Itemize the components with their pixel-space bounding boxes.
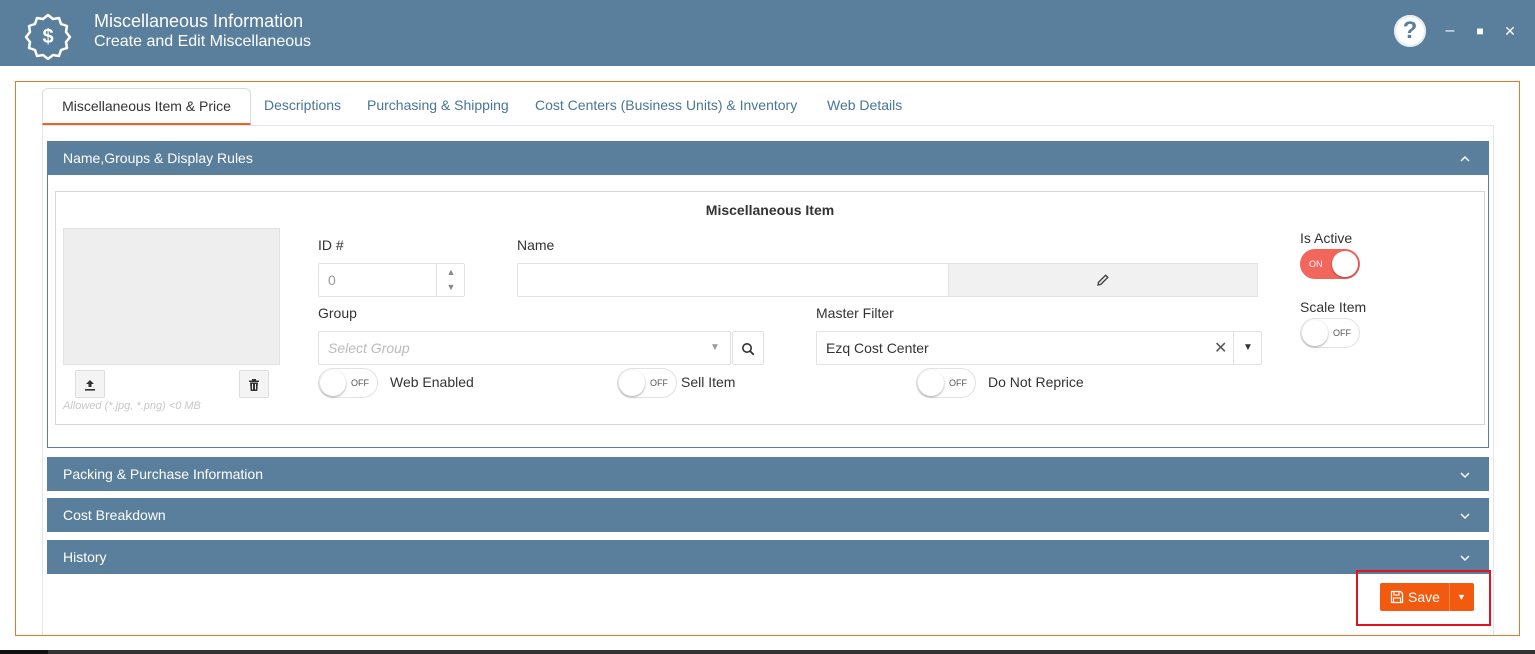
chevron-down-icon[interactable] [1459,457,1471,491]
maximize-icon[interactable]: ■ [1470,18,1490,44]
bottom-edge-left [0,650,48,654]
chevron-down-icon[interactable] [1459,540,1471,574]
save-disk-icon [1390,590,1404,604]
pencil-icon [1097,273,1109,286]
allowed-file-note: Allowed (*.jpg, *.png) <0 MB [63,400,201,412]
misc-item-heading: Miscellaneous Item [705,202,835,218]
panel-title: Name,Groups & Display Rules [63,150,253,166]
tab-misc-item-price[interactable]: Miscellaneous Item & Price [42,88,251,125]
panel-header-cost-breakdown[interactable]: Cost Breakdown [47,498,1489,532]
dropdown-caret-icon[interactable]: ▼ [710,342,720,353]
close-icon[interactable]: ✕ [1500,18,1520,44]
toggle-state: ON [1309,259,1323,269]
group-select[interactable]: Select Group [318,331,731,365]
is-active-toggle[interactable]: ON [1300,249,1360,279]
save-button[interactable]: Save ▼ [1380,583,1474,611]
panel-header-name-groups[interactable]: Name,Groups & Display Rules [47,141,1489,175]
window-subtitle: Create and Edit Miscellaneous [94,33,312,50]
tab-web-details[interactable]: Web Details [827,97,902,113]
dropdown-caret-icon[interactable]: ▼ [1243,342,1253,353]
name-label: Name [517,237,555,253]
toggle-state: OFF [1333,328,1351,338]
spin-down-icon[interactable]: ▼ [437,280,465,297]
toggle-knob [619,370,645,396]
web-enabled-toggle[interactable]: OFF [318,368,378,398]
upload-image-button[interactable] [75,370,105,398]
save-divider [1449,583,1450,611]
id-label: ID # [318,237,344,253]
toggle-state: OFF [949,378,967,388]
chevron-down-icon[interactable] [1459,498,1471,532]
save-button-label: Save [1408,589,1440,605]
edit-name-button[interactable] [948,263,1258,297]
tab-cost-centers-inventory[interactable]: Cost Centers (Business Units) & Inventor… [535,97,797,113]
panel-title: History [63,549,107,565]
spin-up-icon[interactable]: ▲ [437,263,465,280]
web-enabled-label: Web Enabled [390,374,474,390]
name-input[interactable] [517,263,949,297]
tab-descriptions[interactable]: Descriptions [264,97,341,113]
toggle-knob [918,370,944,396]
chevron-up-icon[interactable] [1459,141,1471,175]
dollar-badge-icon: $ [24,13,72,60]
panel-header-packing[interactable]: Packing & Purchase Information [47,457,1489,491]
tab-content-border-left [42,125,43,635]
master-filter-label: Master Filter [816,305,894,321]
scale-item-label: Scale Item [1300,299,1367,315]
sell-item-toggle[interactable]: OFF [617,368,677,398]
tab-purchasing-shipping[interactable]: Purchasing & Shipping [367,97,509,113]
trash-icon [249,379,259,392]
toggle-state: OFF [650,378,668,388]
upload-icon [85,380,95,391]
do-not-reprice-toggle[interactable]: OFF [916,368,976,398]
id-spinner[interactable]: ▲ ▼ [436,263,465,297]
toggle-knob [320,370,346,396]
master-filter-select[interactable]: Ezq Cost Center [816,331,1262,365]
title-bar: $ Miscellaneous Information Create and E… [0,0,1535,66]
bottom-edge [0,650,1535,654]
svg-text:$: $ [42,26,53,48]
clear-x-icon[interactable]: ✕ [1214,338,1227,358]
scale-item-toggle[interactable]: OFF [1300,318,1360,348]
delete-image-button[interactable] [239,370,269,398]
sell-item-label: Sell Item [681,374,736,390]
tab-content-border-right [1493,125,1494,635]
search-icon [742,343,755,356]
help-icon[interactable]: ? [1394,15,1426,47]
group-label: Group [318,305,357,321]
window-title: Miscellaneous Information [94,11,304,31]
is-active-label: Is Active [1300,230,1353,246]
do-not-reprice-label: Do Not Reprice [988,374,1084,390]
toggle-knob [1332,251,1358,277]
save-dropdown-caret-icon[interactable]: ▼ [1457,583,1466,611]
group-search-button[interactable] [732,331,764,365]
tab-underline [42,125,1494,126]
panel-title: Packing & Purchase Information [63,466,263,482]
minimize-icon[interactable]: – [1440,18,1460,44]
panel-title: Cost Breakdown [63,507,166,523]
item-image-placeholder[interactable] [63,228,280,365]
toggle-state: OFF [351,378,369,388]
panel-header-history[interactable]: History [47,540,1489,574]
select-divider [1233,332,1234,364]
toggle-knob [1302,320,1328,346]
